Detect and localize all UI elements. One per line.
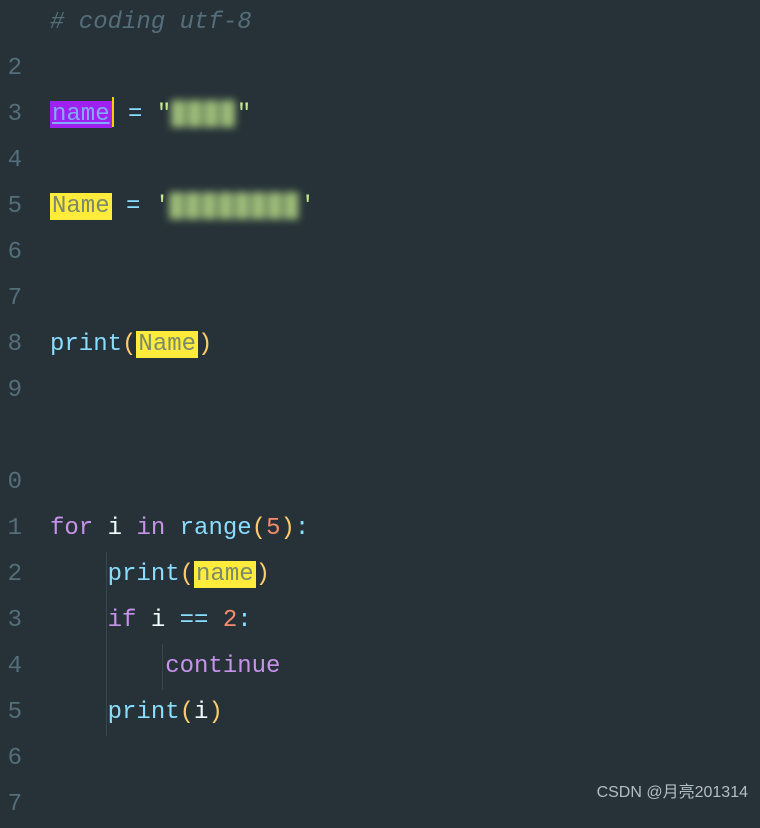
indent-guide: [162, 644, 163, 690]
text-cursor: [112, 97, 114, 127]
code-line[interactable]: [50, 736, 760, 782]
keyword-in: in: [136, 515, 165, 542]
paren-open: (: [180, 699, 194, 726]
equals-operator: ==: [180, 607, 209, 634]
builtin-range: range: [180, 515, 252, 542]
paren-close: ): [198, 331, 212, 358]
string-quote: ": [157, 101, 171, 128]
paren-open: (: [180, 561, 194, 588]
line-number: 5: [0, 690, 22, 736]
paren-close: ): [256, 561, 270, 588]
string-quote: ": [237, 101, 251, 128]
line-number: 5: [0, 184, 22, 230]
code-line[interactable]: if i == 2:: [50, 598, 760, 644]
line-gutter: 2 3 4 5 6 7 8 9 0 1 2 3 4 5 6 7: [0, 0, 30, 810]
code-editor[interactable]: 2 3 4 5 6 7 8 9 0 1 2 3 4 5 6 7 # coding…: [0, 0, 760, 810]
code-line[interactable]: Name = '▓▓▓▓▓▓▓▓': [50, 184, 760, 230]
watermark-text: CSDN @月亮201314: [597, 778, 748, 802]
paren-close: ): [208, 699, 222, 726]
variable-highlighted: Name: [50, 193, 112, 220]
variable-highlighted: Name: [136, 331, 198, 358]
code-line[interactable]: [50, 414, 760, 460]
paren-open: (: [122, 331, 136, 358]
line-number: [0, 0, 22, 46]
colon: :: [295, 515, 309, 542]
variable-highlighted-primary: name: [50, 101, 112, 128]
keyword-continue: continue: [165, 653, 280, 680]
indent-guide: [106, 644, 107, 690]
indent-guide: [106, 690, 107, 736]
line-number: [0, 414, 22, 460]
variable-highlighted: name: [194, 561, 256, 588]
builtin-function: print: [108, 699, 180, 726]
comment-text: # coding utf-8: [50, 9, 252, 36]
code-line[interactable]: [50, 368, 760, 414]
line-number: 9: [0, 368, 22, 414]
code-line[interactable]: [50, 138, 760, 184]
code-line[interactable]: name = "▓▓▓▓": [50, 92, 760, 138]
code-line[interactable]: print(name): [50, 552, 760, 598]
line-number: 7: [0, 276, 22, 322]
variable-ref: i: [136, 607, 179, 634]
code-line[interactable]: [50, 46, 760, 92]
keyword-if: if: [108, 607, 137, 634]
space: [165, 515, 179, 542]
code-line[interactable]: # coding utf-8: [50, 0, 760, 46]
code-line[interactable]: [50, 230, 760, 276]
number-literal: 5: [266, 515, 280, 542]
paren-close: ): [280, 515, 294, 542]
line-number: 0: [0, 460, 22, 506]
line-number: 6: [0, 230, 22, 276]
paren-open: (: [252, 515, 266, 542]
line-number: 6: [0, 736, 22, 782]
line-number: 2: [0, 46, 22, 92]
string-quote: ': [300, 193, 314, 220]
line-number: 3: [0, 598, 22, 644]
loop-variable: i: [93, 515, 136, 542]
variable-ref: i: [194, 699, 208, 726]
colon: :: [237, 607, 251, 634]
line-number: 8: [0, 322, 22, 368]
obscured-text: ▓▓▓▓: [171, 92, 237, 138]
line-number: 4: [0, 644, 22, 690]
obscured-text: ▓▓▓▓▓▓▓▓: [169, 184, 300, 230]
line-number: 7: [0, 782, 22, 828]
line-number: 4: [0, 138, 22, 184]
number-literal: 2: [223, 607, 237, 634]
space: [208, 607, 222, 634]
builtin-function: print: [50, 331, 122, 358]
assign-operator: =: [112, 193, 155, 220]
indent-guide: [106, 552, 107, 598]
code-line[interactable]: print(Name): [50, 322, 760, 368]
indent-guide: [106, 598, 107, 644]
code-content[interactable]: # coding utf-8 name = "▓▓▓▓" Name = '▓▓▓…: [30, 0, 760, 810]
code-line[interactable]: print(i): [50, 690, 760, 736]
code-line[interactable]: [50, 460, 760, 506]
builtin-function: print: [108, 561, 180, 588]
code-line[interactable]: for i in range(5):: [50, 506, 760, 552]
keyword-for: for: [50, 515, 93, 542]
string-quote: ': [155, 193, 169, 220]
code-line[interactable]: [50, 276, 760, 322]
assign-operator: =: [114, 101, 157, 128]
line-number: 1: [0, 506, 22, 552]
code-line[interactable]: continue: [50, 644, 760, 690]
line-number: 2: [0, 552, 22, 598]
line-number: 3: [0, 92, 22, 138]
